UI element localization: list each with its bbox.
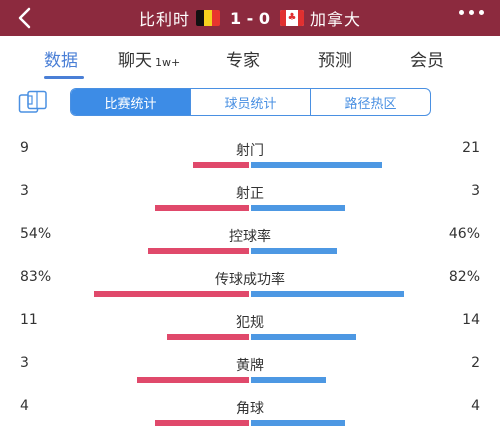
- away-stat-bar: [251, 420, 345, 426]
- stat-label: 犯规: [236, 315, 264, 331]
- stat-label: 角球: [236, 401, 264, 417]
- stat-row: 9 射门 21: [0, 136, 500, 176]
- stats-segment-control: 比赛统计 球员统计 路径热区: [70, 88, 431, 116]
- active-tab-indicator: [44, 76, 84, 79]
- home-stat-bar: [94, 291, 249, 297]
- stat-label: 黄牌: [236, 358, 264, 374]
- home-stat-bar: [167, 334, 249, 340]
- stat-row: 3 黄牌 2: [0, 351, 500, 391]
- belgium-flag-icon: [195, 10, 220, 26]
- stat-label: 射正: [236, 186, 264, 202]
- segment-heatmap[interactable]: 路径热区: [310, 89, 430, 115]
- segment-match-stats[interactable]: 比赛统计: [71, 89, 190, 115]
- tab-experts-label: 专家: [226, 51, 260, 71]
- stat-row: 54% 控球率 46%: [0, 222, 500, 262]
- more-menu-icon[interactable]: [459, 10, 484, 15]
- away-stat-bar: [251, 334, 356, 340]
- stat-row: 11 犯规 14: [0, 308, 500, 348]
- tab-membership[interactable]: 会员: [410, 46, 444, 71]
- tab-chat-label: 聊天: [118, 51, 152, 71]
- canada-flag-icon: ♣: [280, 10, 305, 26]
- tab-predictions-label: 预测: [318, 51, 352, 71]
- away-stat-value: 14: [462, 312, 480, 328]
- stat-row: 4 角球 4: [0, 394, 500, 434]
- away-stat-value: 3: [471, 183, 480, 199]
- away-stat-value: 46%: [448, 226, 480, 242]
- tab-membership-label: 会员: [410, 51, 444, 71]
- away-stat-bar: [251, 205, 345, 211]
- match-score: 1 - 0: [229, 8, 271, 28]
- away-stat-bar: [251, 248, 337, 254]
- away-stat-value: 2: [471, 355, 480, 371]
- away-stat-bar: [251, 291, 404, 297]
- away-stat-value: 82%: [448, 269, 480, 285]
- tab-data-label: 数据: [44, 51, 78, 71]
- away-team-name: 加拿大: [310, 10, 362, 29]
- tab-predictions[interactable]: 预测: [318, 46, 352, 71]
- tab-experts[interactable]: 专家: [226, 46, 260, 71]
- away-stat-bar: [251, 377, 326, 383]
- segment-player-stats[interactable]: 球员统计: [190, 89, 310, 115]
- stat-label: 射门: [236, 143, 264, 159]
- stat-row: 3 射正 3: [0, 179, 500, 219]
- home-stat-bar: [155, 205, 249, 211]
- tab-chat[interactable]: 聊天 1w+: [118, 46, 180, 71]
- chat-count-badge: 1w+: [155, 56, 181, 69]
- home-team-name: 比利时: [138, 10, 190, 29]
- home-stat-bar: [193, 162, 249, 168]
- home-stat-bar: [148, 248, 249, 254]
- home-stat-bar: [155, 420, 249, 426]
- main-tabs: 数据 聊天 1w+ 专家 预测 会员: [0, 36, 500, 80]
- match-title: 比利时 1 - 0 ♣ 加拿大: [0, 0, 500, 36]
- pitch-view-icon[interactable]: [18, 90, 48, 114]
- tab-data[interactable]: 数据: [44, 46, 78, 71]
- stat-label: 控球率: [229, 229, 271, 245]
- away-stat-value: 4: [471, 398, 480, 414]
- stat-row: 83% 传球成功率 82%: [0, 265, 500, 305]
- home-stat-bar: [137, 377, 249, 383]
- match-header: 比利时 1 - 0 ♣ 加拿大: [0, 0, 500, 36]
- away-stat-bar: [251, 162, 382, 168]
- away-stat-value: 21: [462, 140, 480, 156]
- stat-label: 传球成功率: [215, 272, 285, 288]
